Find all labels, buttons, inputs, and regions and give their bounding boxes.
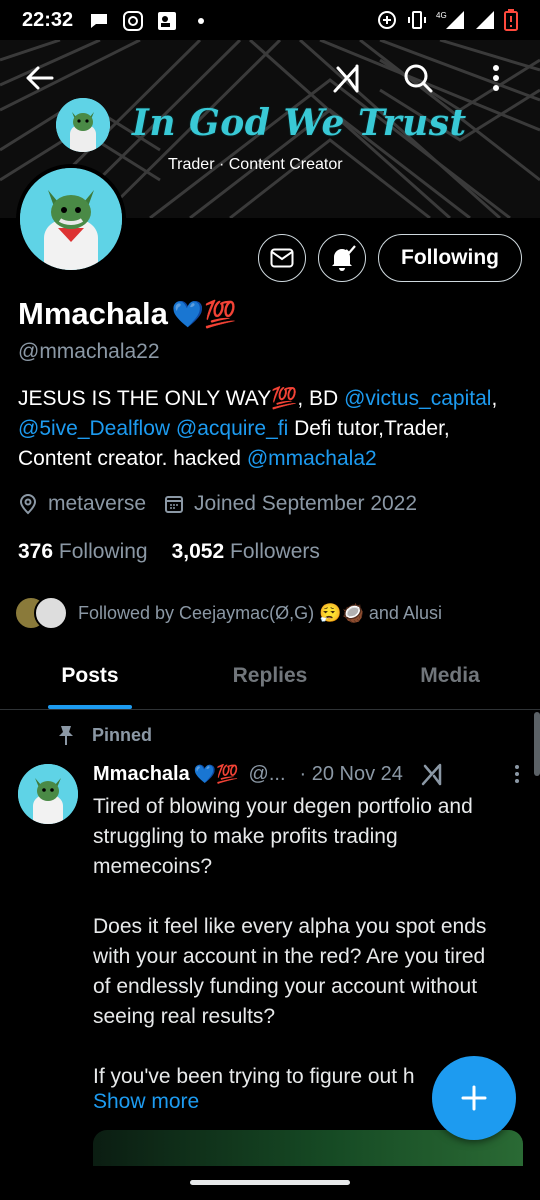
- show-more-link[interactable]: Show more: [93, 1090, 199, 1114]
- profile-card-icon: [156, 10, 178, 32]
- location-text: metaverse: [48, 492, 147, 515]
- mail-icon: [270, 248, 294, 268]
- grok-icon[interactable]: [421, 762, 445, 786]
- signal-4g-icon: 4G: [436, 9, 466, 31]
- post-more-button[interactable]: [514, 764, 520, 789]
- bio-text: ,: [491, 387, 498, 410]
- display-name: Mmachala: [18, 296, 168, 331]
- avatar-image: [20, 168, 122, 270]
- followers-stat[interactable]: 3,052 Followers: [172, 540, 320, 564]
- tab-posts[interactable]: Posts: [0, 646, 180, 709]
- vibrate-icon: [406, 9, 428, 31]
- status-time: 22:32: [22, 9, 74, 31]
- compose-post-button[interactable]: [432, 1056, 516, 1140]
- following-button[interactable]: Following: [378, 234, 522, 282]
- scrollbar[interactable]: [534, 712, 540, 776]
- svg-text:4G: 4G: [436, 11, 447, 20]
- active-tab-indicator: [48, 705, 132, 709]
- arrow-left-icon: [26, 66, 54, 90]
- tab-media[interactable]: Media: [360, 646, 540, 709]
- post-text: Tired of blowing your degen portfolio an…: [93, 795, 487, 1088]
- instagram-icon: [122, 10, 144, 32]
- pin-icon: [59, 726, 73, 745]
- location-pin-icon: [19, 494, 37, 515]
- post-author-emoji: 💙💯: [193, 763, 239, 784]
- signal-icon: [474, 9, 496, 31]
- system-nav-bar: [0, 1166, 540, 1200]
- profile-handle: @mmachala22: [18, 340, 160, 363]
- profile-tabs: Posts Replies Media: [0, 646, 540, 710]
- bio-text: JESUS IS THE ONLY WAY💯, BD: [18, 387, 345, 410]
- plus-icon: [461, 1085, 487, 1111]
- home-gesture-bar[interactable]: [190, 1180, 350, 1185]
- post-date[interactable]: · 20 Nov 24: [300, 763, 403, 786]
- banner-avatar-image: [56, 98, 110, 152]
- dot-icon: [190, 10, 212, 32]
- data-saver-icon: [376, 9, 398, 31]
- status-bar: 22:32 4G: [0, 0, 540, 40]
- tab-replies[interactable]: Replies: [180, 646, 360, 709]
- bio-link-mmachala2[interactable]: @mmachala2: [247, 447, 377, 470]
- more-vertical-icon: [493, 65, 499, 91]
- calendar-icon: [165, 496, 184, 513]
- post-author-name[interactable]: Mmachala: [93, 763, 190, 786]
- profile-bio: JESUS IS THE ONLY WAY💯, BD @victus_capit…: [18, 384, 528, 474]
- name-emoji: 💙💯: [171, 298, 237, 329]
- back-button[interactable]: [20, 58, 60, 98]
- followed-by-text: Followed by Ceejaymac(Ø,G) 😮‍💨🥥 and Alus…: [78, 602, 442, 623]
- bell-check-icon: [332, 245, 356, 271]
- search-icon: [404, 64, 433, 93]
- more-options-button[interactable]: [476, 58, 516, 98]
- followed-by[interactable]: Followed by Ceejaymac(Ø,G) 😮‍💨🥥 and Alus…: [14, 596, 442, 630]
- profile-meta: metaverse Joined September 2022: [18, 492, 417, 516]
- banner-title: In God We Trust: [132, 102, 467, 144]
- notifications-button[interactable]: [318, 234, 367, 282]
- post-author-avatar[interactable]: [18, 764, 78, 824]
- banner-subtitle: Trader · Content Creator: [168, 156, 343, 173]
- chat-bubble-icon: [88, 10, 110, 32]
- post-author-handle[interactable]: @...: [249, 763, 286, 786]
- battery-low-icon: [504, 9, 518, 31]
- grok-button[interactable]: [328, 58, 368, 98]
- profile-stats: 376 Following 3,052 Followers: [18, 540, 320, 564]
- post-header: Mmachala 💙💯 @... · 20 Nov 24: [93, 762, 513, 786]
- bio-link-5ive[interactable]: @5ive_Dealflow: [18, 417, 170, 440]
- more-vertical-icon: [515, 765, 519, 783]
- following-stat[interactable]: 376 Following: [18, 540, 148, 564]
- grok-icon: [333, 64, 359, 93]
- profile-avatar[interactable]: [16, 164, 126, 274]
- message-button[interactable]: [258, 234, 307, 282]
- follower-avatar: [34, 596, 68, 630]
- profile-actions: Following: [258, 234, 522, 282]
- pinned-label: Pinned: [58, 724, 152, 746]
- search-button[interactable]: [398, 58, 438, 98]
- bio-link-acquire[interactable]: @acquire_fi: [176, 417, 288, 440]
- profile-name: Mmachala 💙💯: [18, 296, 237, 332]
- joined-text: Joined September 2022: [194, 492, 418, 515]
- bio-link-victus[interactable]: @victus_capital: [344, 387, 491, 410]
